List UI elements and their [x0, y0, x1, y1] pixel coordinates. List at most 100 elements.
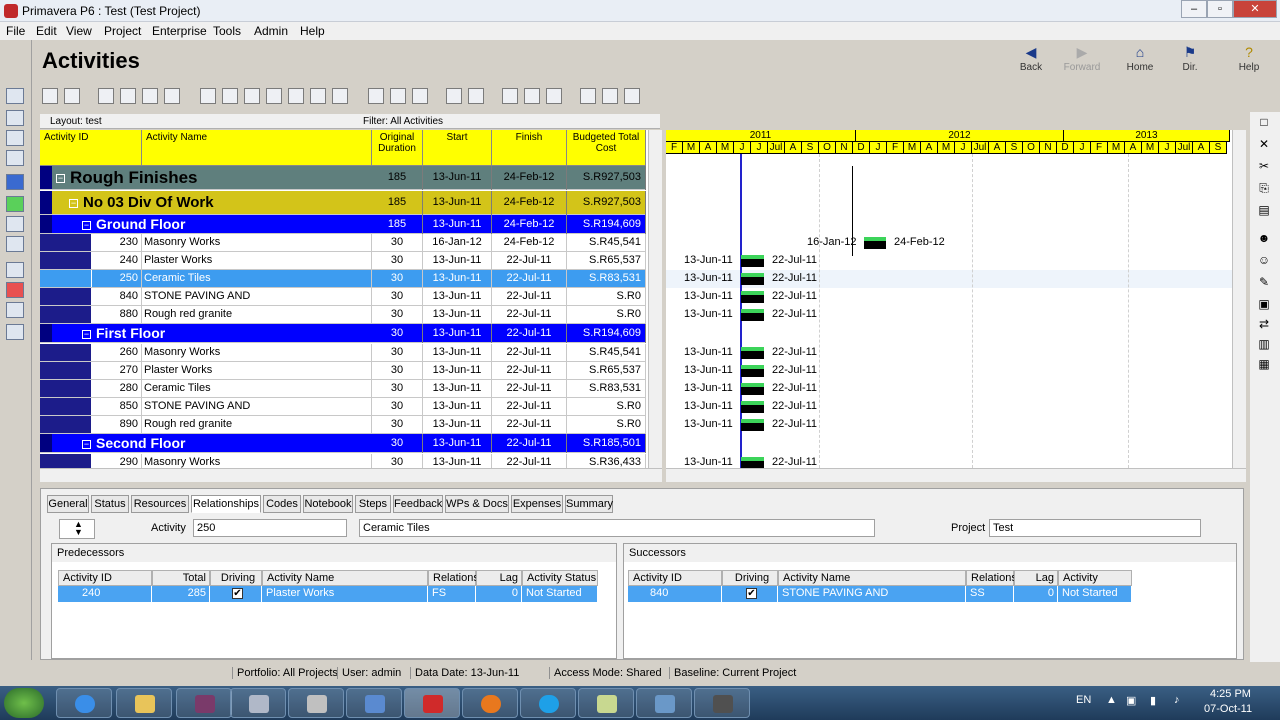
table-row[interactable]: 240 Plaster Works 30 13-Jun-11 22-Jul-11 S.R6…: [40, 252, 646, 270]
spreadsheet-icon[interactable]: [266, 88, 282, 104]
finish-cell[interactable]: 22-Jul-11: [492, 270, 567, 288]
menu-project[interactable]: Project: [104, 24, 141, 38]
eps-icon[interactable]: [6, 110, 24, 126]
apply-actuals-icon[interactable]: [524, 88, 540, 104]
succ-col-relations[interactable]: Relations: [966, 570, 1017, 586]
wbs-row[interactable]: − Rough Finishes 185 13-Jun-11 24-Feb-12 S.R9…: [40, 166, 646, 190]
start-cell[interactable]: 13-Jun-11: [423, 288, 492, 306]
wbs-row[interactable]: − Ground Floor 185 13-Jun-11 24-Feb-12 S.R194…: [40, 215, 646, 234]
activities-icon[interactable]: [6, 174, 24, 190]
succ-col-activity-status[interactable]: Activity Status: [1058, 570, 1132, 598]
activity-id-cell[interactable]: 840: [92, 288, 142, 306]
menu-edit[interactable]: Edit: [36, 24, 57, 38]
activity-id-cell[interactable]: 260: [92, 344, 142, 362]
assign-doc-icon[interactable]: ▣: [1257, 298, 1271, 310]
tab-codes[interactable]: Codes: [263, 495, 301, 513]
succ-row-activity-status[interactable]: Not Started: [1058, 586, 1132, 602]
duration-cell[interactable]: 30: [372, 344, 423, 362]
gantt-bar[interactable]: [741, 291, 764, 303]
group-sort-icon[interactable]: [368, 88, 384, 104]
tab-feedback[interactable]: Feedback: [393, 495, 443, 513]
start-cell[interactable]: 16-Jan-12: [423, 234, 492, 252]
driving-checkbox[interactable]: ✔: [232, 588, 243, 599]
wbs-cost[interactable]: S.R927,503: [567, 166, 646, 190]
duration-cell[interactable]: 30: [372, 416, 423, 434]
wps-docs-icon[interactable]: [6, 236, 24, 252]
show-table-icon[interactable]: [98, 88, 114, 104]
wbs-cost[interactable]: S.R927,503: [567, 191, 646, 215]
layout-dropdown[interactable]: Layout: test: [50, 116, 102, 127]
zoom-in-icon[interactable]: [580, 88, 596, 104]
wbs-finish[interactable]: 24-Feb-12: [492, 166, 567, 190]
start-cell[interactable]: 13-Jun-11: [423, 252, 492, 270]
tab-notebook[interactable]: Notebook: [303, 495, 353, 513]
wbs-title[interactable]: First Floor: [96, 324, 165, 343]
gantt-horizontal-scrollbar[interactable]: [666, 468, 1246, 482]
level-resources-icon[interactable]: [502, 88, 518, 104]
wbs-row[interactable]: − No 03 Div Of Work 185 13-Jun-11 24-Feb-12 S…: [40, 191, 646, 215]
gantt-vertical-scrollbar[interactable]: [1232, 130, 1246, 468]
project-field[interactable]: Test: [989, 519, 1201, 537]
gantt-bar[interactable]: [741, 457, 764, 468]
activity-name-cell[interactable]: Masonry Works: [142, 234, 372, 252]
activity-name-cell[interactable]: Rough red granite: [142, 416, 372, 434]
finish-cell[interactable]: 22-Jul-11: [492, 362, 567, 380]
finish-cell[interactable]: 22-Jul-11: [492, 398, 567, 416]
wbs-title[interactable]: Ground Floor: [96, 215, 185, 234]
forward-button[interactable]: ▶ Forward: [1057, 44, 1107, 73]
col-original-duration[interactable]: Original Duration: [372, 130, 423, 166]
issues-icon[interactable]: [6, 282, 24, 298]
wbs-start[interactable]: 13-Jun-11: [423, 324, 492, 343]
taskbar-devices[interactable]: [288, 688, 344, 718]
link-icon[interactable]: ⇄: [1257, 318, 1271, 330]
menu-enterprise[interactable]: Enterprise: [152, 24, 207, 38]
activity-name-cell[interactable]: STONE PAVING AND: [142, 398, 372, 416]
add-icon[interactable]: □: [1257, 116, 1271, 128]
trace-logic-icon[interactable]: [288, 88, 304, 104]
activity-details-icon[interactable]: [200, 88, 216, 104]
activity-navigator[interactable]: ▲ ▼: [59, 519, 95, 539]
delete-icon[interactable]: ✕: [1257, 138, 1271, 150]
pred-row-lag[interactable]: 0: [476, 586, 522, 602]
zoom-out-icon[interactable]: [602, 88, 618, 104]
start-cell[interactable]: 13-Jun-11: [423, 362, 492, 380]
taskbar-network[interactable]: [346, 688, 402, 718]
home-button[interactable]: ⌂ Home: [1115, 44, 1165, 73]
collapse-icon[interactable]: −: [69, 199, 78, 208]
finish-cell[interactable]: 22-Jul-11: [492, 380, 567, 398]
taskbar-winrar[interactable]: [176, 688, 232, 718]
finish-cell[interactable]: 22-Jul-11: [492, 306, 567, 324]
activity-id-cell[interactable]: 250: [92, 270, 142, 288]
duration-cell[interactable]: 30: [372, 270, 423, 288]
paste-icon[interactable]: ▤: [1257, 204, 1271, 216]
cost-cell[interactable]: S.R45,541: [567, 234, 646, 252]
succ-col-activity-name[interactable]: Activity Name: [778, 570, 966, 586]
col-activity-id[interactable]: Activity ID: [40, 130, 142, 166]
pred-row-total-float[interactable]: 285: [152, 586, 210, 602]
table-row[interactable]: 270 Plaster Works 30 13-Jun-11 22-Jul-11 S.R6…: [40, 362, 646, 380]
gantt-bar[interactable]: [864, 237, 886, 249]
wbs-icon[interactable]: [6, 130, 24, 146]
wbs-start[interactable]: 13-Jun-11: [423, 215, 492, 234]
activity-id-cell[interactable]: 230: [92, 234, 142, 252]
taskbar-explorer[interactable]: [116, 688, 172, 718]
activity-id-cell[interactable]: 880: [92, 306, 142, 324]
activity-name-cell[interactable]: Plaster Works: [142, 252, 372, 270]
tray-device-icon[interactable]: ▣: [1126, 694, 1136, 707]
pred-col-driving[interactable]: Driving: [210, 570, 262, 586]
show-gantt-icon[interactable]: [120, 88, 136, 104]
cost-cell[interactable]: S.R0: [567, 288, 646, 306]
pred-col-activity-name[interactable]: Activity Name: [262, 570, 428, 586]
wbs-finish[interactable]: 22-Jul-11: [492, 434, 567, 453]
reports-icon[interactable]: [6, 324, 24, 340]
schedule-icon[interactable]: [332, 88, 348, 104]
tray-time[interactable]: 4:25 PM: [1210, 688, 1251, 700]
wbs-dur[interactable]: 30: [372, 324, 423, 343]
taskbar-notes[interactable]: [578, 688, 634, 718]
table-row[interactable]: 840 STONE PAVING AND 30 13-Jun-11 22-Jul-11 S…: [40, 288, 646, 306]
cost-cell[interactable]: S.R65,537: [567, 252, 646, 270]
cost-cell[interactable]: S.R83,531: [567, 270, 646, 288]
pred-col-relations[interactable]: Relations: [428, 570, 479, 586]
duration-cell[interactable]: 30: [372, 252, 423, 270]
start-cell[interactable]: 13-Jun-11: [423, 380, 492, 398]
